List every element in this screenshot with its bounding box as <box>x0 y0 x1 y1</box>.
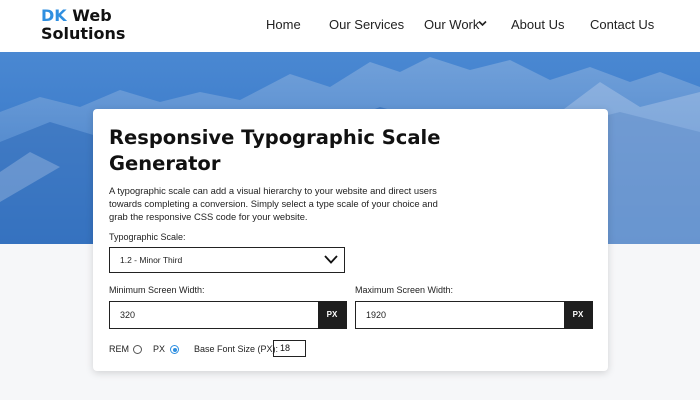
typographic-scale-select[interactable]: 1.2 - Minor Third <box>109 247 345 273</box>
nav-home[interactable]: Home <box>266 17 301 32</box>
min-width-value: 320 <box>120 310 136 320</box>
title-line-2: Generator <box>109 152 221 175</box>
scale-selected-value: 1.2 - Minor Third <box>120 255 183 265</box>
max-width-unit-button[interactable]: PX <box>563 300 593 329</box>
site-header: DK Web Solutions Home Our Services Our W… <box>0 0 700 52</box>
chevron-down-icon[interactable] <box>478 20 487 27</box>
chevron-down-icon <box>324 255 338 264</box>
base-font-size-input[interactable]: 18 <box>273 340 306 357</box>
base-font-size-label: Base Font Size (PX): <box>194 344 279 354</box>
max-width-input[interactable]: 1920 PX <box>355 300 593 329</box>
nav-about-us[interactable]: About Us <box>511 17 564 32</box>
description-text: A typographic scale can add a visual hie… <box>109 185 438 222</box>
min-width-label: Minimum Screen Width: <box>109 285 205 295</box>
min-width-input[interactable]: 320 PX <box>109 300 347 329</box>
main-nav: Home Our Services Our Work About Us Cont… <box>0 17 700 35</box>
nav-our-services[interactable]: Our Services <box>329 17 404 32</box>
unit-px-radio[interactable] <box>170 345 179 354</box>
generator-card: Responsive Typographic Scale Generator A… <box>93 109 608 371</box>
scale-label: Typographic Scale: <box>109 232 186 242</box>
unit-px-label[interactable]: PX <box>153 344 165 354</box>
nav-contact-us[interactable]: Contact Us <box>590 17 654 32</box>
title-line-1: Responsive Typographic Scale <box>109 126 441 149</box>
max-width-value: 1920 <box>366 310 387 320</box>
page-title: Responsive Typographic Scale Generator <box>109 125 509 177</box>
nav-our-work[interactable]: Our Work <box>424 17 479 32</box>
unit-rem-label[interactable]: REM <box>109 344 129 354</box>
max-width-label: Maximum Screen Width: <box>355 285 454 295</box>
min-width-unit-button[interactable]: PX <box>317 300 347 329</box>
unit-rem-radio[interactable] <box>133 345 142 354</box>
base-font-size-value: 18 <box>280 343 291 353</box>
